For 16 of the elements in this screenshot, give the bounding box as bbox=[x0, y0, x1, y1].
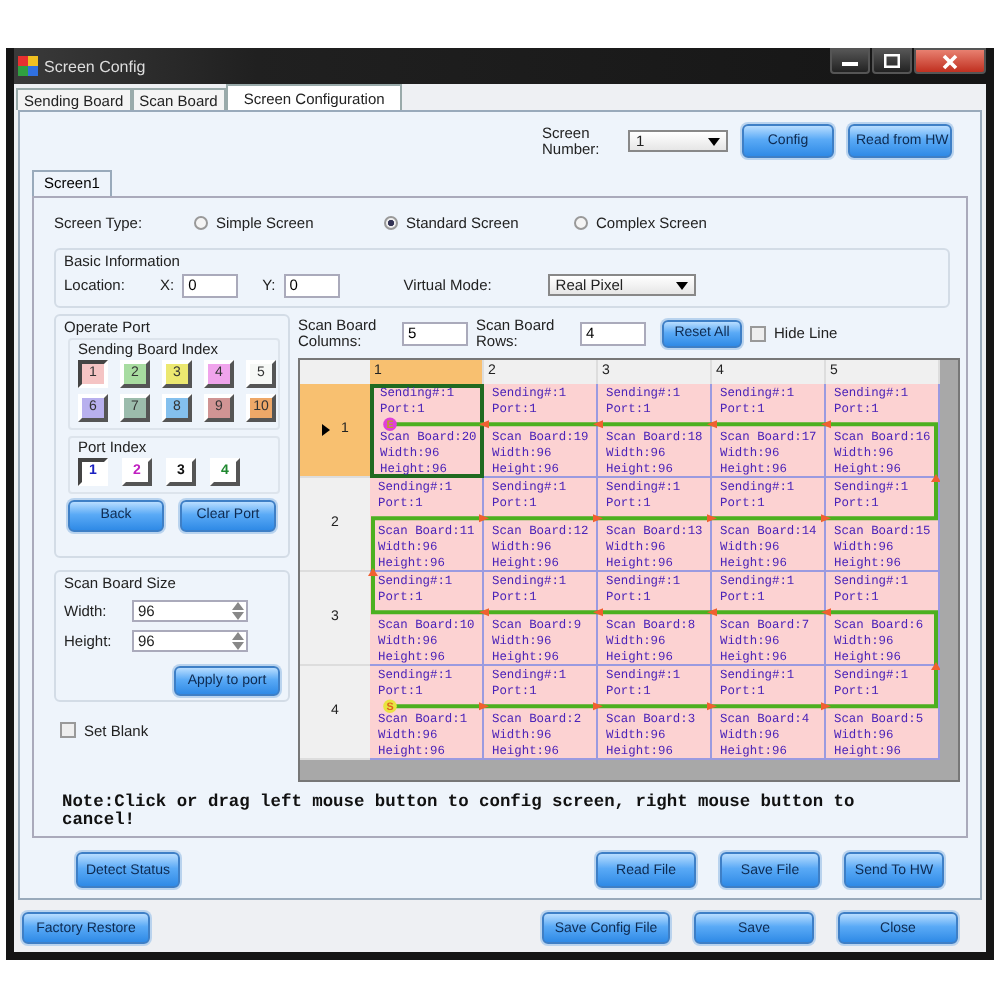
caret-icon bbox=[708, 137, 720, 146]
caret-icon bbox=[675, 281, 688, 290]
hide-line-checkbox[interactable] bbox=[750, 325, 766, 342]
spin-arrows-icon bbox=[232, 631, 244, 650]
row-pointer-icon bbox=[321, 423, 330, 436]
set-blank-checkbox[interactable] bbox=[60, 722, 76, 739]
radio-button[interactable] bbox=[574, 216, 588, 231]
app-icon bbox=[18, 56, 38, 76]
note-text: Note:Click or drag left mouse button to config screen, right mouse button to cancel! bbox=[62, 793, 857, 830]
close-icon[interactable] bbox=[914, 48, 986, 74]
maximize-icon[interactable] bbox=[872, 48, 912, 74]
minimize-icon[interactable] bbox=[830, 48, 870, 74]
window-title: Screen Config bbox=[44, 57, 146, 75]
spin-arrows-icon bbox=[232, 601, 244, 620]
radio-button[interactable] bbox=[194, 216, 208, 231]
radio-button[interactable] bbox=[384, 216, 398, 231]
